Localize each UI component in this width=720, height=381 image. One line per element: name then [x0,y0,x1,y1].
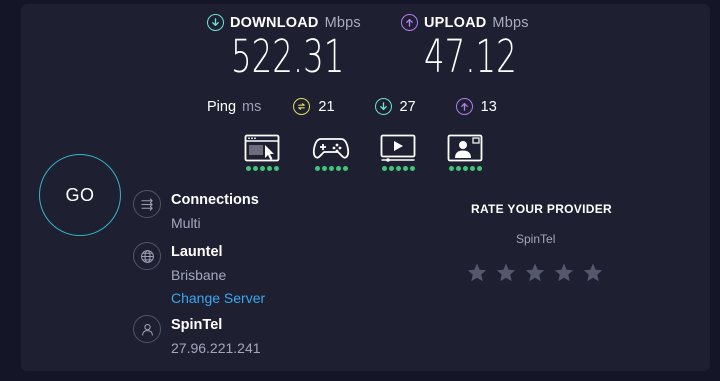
arrow-down-circle-icon [374,98,392,115]
ping-download-value: 27 [399,98,416,115]
rate-provider-name: SpinTel [516,232,556,246]
globe-icon [133,242,161,270]
star-icon[interactable] [524,262,546,284]
upload-unit: Mbps [492,14,529,31]
ping-label: Ping [207,98,237,115]
upload-header: UPLOAD Mbps [401,14,553,31]
rating-stars [466,262,604,284]
ping-idle-value: 21 [318,98,335,115]
video-play-icon [379,133,417,163]
provider-name: SpinTel [171,317,223,333]
connections-title: Connections [171,192,259,208]
activity-gaming[interactable] [312,133,350,171]
ping-idle: 21 [293,98,335,115]
connections-icon[interactable] [133,190,161,218]
provider-row: SpinTel 27.96.221.241 [133,315,261,357]
ping-unit: ms [242,98,262,115]
video-call-icon [446,133,484,163]
go-button[interactable]: GO [39,154,121,236]
upload-metric: UPLOAD Mbps 47.12 [401,14,553,81]
user-icon [133,315,161,343]
server-name: Launtel [171,244,223,260]
rating-dots [381,166,415,171]
download-label: DOWNLOAD [230,14,319,31]
server-location: Brisbane [171,267,227,283]
ping-upload: 13 [455,98,497,115]
upload-value: 47.12 [424,30,517,83]
star-icon[interactable] [495,262,517,284]
ping-upload-value: 13 [480,98,497,115]
activity-streaming[interactable] [379,133,417,171]
connections-value: Multi [171,215,201,231]
download-header: DOWNLOAD Mbps [207,14,388,31]
change-server-link[interactable]: Change Server [171,289,265,307]
ping-idle-icon [293,98,311,115]
arrow-down-circle-icon [207,14,224,31]
rating-dots [314,166,348,171]
gamepad-icon [312,133,350,163]
browser-cursor-icon [243,133,281,163]
star-icon[interactable] [553,262,575,284]
activity-web-browsing[interactable] [243,133,281,171]
download-unit: Mbps [324,14,361,31]
connections-row: Connections Multi [133,190,259,232]
star-icon[interactable] [466,262,488,284]
upload-label: UPLOAD [424,14,487,31]
activity-video-chat[interactable] [446,133,484,171]
server-row: Launtel Brisbane Change Server [133,242,265,307]
provider-ip: 27.96.221.241 [171,340,261,356]
ping-download: 27 [374,98,416,115]
star-icon[interactable] [582,262,604,284]
ping-row: Ping ms 21 27 13 [207,98,497,115]
arrow-up-circle-icon [455,98,473,115]
rating-dots [448,166,482,171]
rate-provider-title: RATE YOUR PROVIDER [471,202,612,216]
download-value: 522.31 [231,30,345,83]
download-metric: DOWNLOAD Mbps 522.31 [207,14,388,81]
arrow-up-circle-icon [401,14,418,31]
rating-dots [245,166,279,171]
